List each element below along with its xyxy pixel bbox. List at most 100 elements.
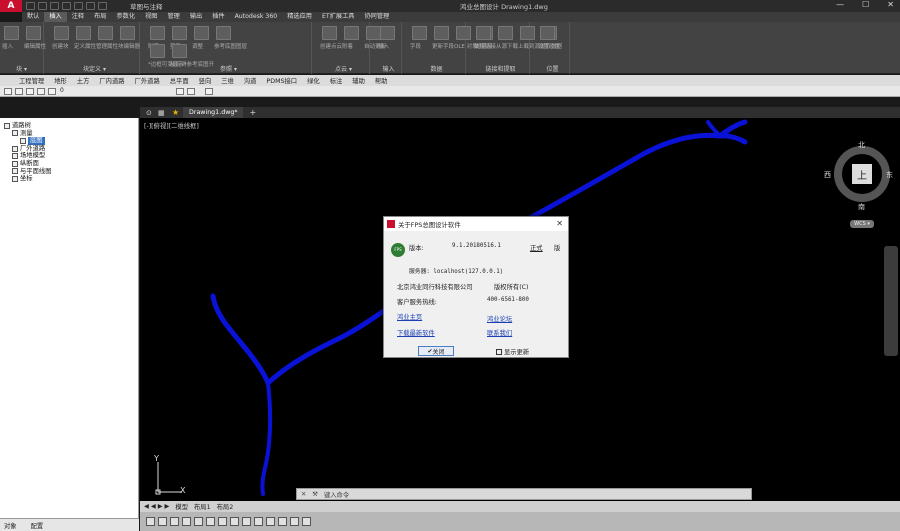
ribbon-tab[interactable]: 协同管理 (359, 12, 394, 22)
ribbon-button-icon[interactable] (4, 26, 19, 40)
color-icon[interactable] (48, 88, 56, 95)
ribbon-tab[interactable]: Autodesk 360 (230, 12, 283, 22)
tree-node[interactable]: 场地模型 (4, 152, 51, 160)
ribbon-button-icon[interactable] (498, 26, 513, 40)
menu-item[interactable]: 土方 (72, 76, 95, 85)
tree-node-label[interactable]: 纵断面 (20, 160, 39, 168)
undo-icon[interactable] (86, 2, 95, 10)
layout-tab[interactable]: 模型 (175, 502, 188, 511)
ribbon-button-icon[interactable] (98, 26, 113, 40)
current-layer-select[interactable]: 0 (60, 87, 64, 94)
status-toggle-icon[interactable] (302, 517, 311, 526)
layer-state-icon[interactable] (187, 88, 195, 95)
menu-item[interactable]: 标注 (325, 76, 348, 85)
ribbon-button-label[interactable]: 插入 (2, 42, 13, 50)
ribbon-tab[interactable]: 默认 (22, 12, 44, 22)
app-logo-button[interactable]: A (0, 0, 22, 12)
menu-item[interactable]: 厂外道路 (130, 76, 165, 85)
layout-tab[interactable]: 布局2 (217, 502, 234, 511)
viewcube-top[interactable]: 上 (852, 164, 872, 184)
close-cmd-icon[interactable]: ✕ (301, 491, 306, 498)
workspace-selector[interactable]: 草图与注释 (130, 1, 163, 11)
south-label[interactable]: 南 (858, 202, 865, 212)
menu-item[interactable]: 地形 (49, 76, 72, 85)
ribbon-button-icon[interactable] (26, 26, 41, 40)
status-toggle-icon[interactable] (158, 517, 167, 526)
status-toggle-icon[interactable] (242, 517, 251, 526)
new-file-icon[interactable] (26, 2, 35, 10)
ribbon-button-label[interactable]: 更新字段 (432, 42, 454, 50)
ribbon-button-label[interactable]: 数据链接 (474, 42, 496, 50)
ribbon-button-icon[interactable] (344, 26, 359, 40)
ribbon-button-label[interactable]: 从源下载 (496, 42, 518, 50)
viewcube[interactable]: 上 北 南 东 西 WCS ▾ (824, 138, 894, 238)
tree-node-label[interactable]: 道路树 (12, 122, 31, 130)
homepage-link[interactable]: 鸿业主页 (397, 312, 422, 321)
print-icon[interactable] (74, 2, 83, 10)
bulb-icon[interactable] (15, 88, 23, 95)
ribbon-button-icon[interactable] (456, 26, 471, 40)
status-toggle-icon[interactable] (206, 517, 215, 526)
ribbon-button-label[interactable]: 参考底图图层 (214, 42, 247, 50)
panel-tab[interactable]: 对象 (4, 521, 17, 530)
dialog-close-ok-button[interactable]: ✔ 关闭 (418, 346, 454, 356)
download-link[interactable]: 下载最新软件 (397, 328, 435, 337)
menu-item[interactable]: 辅助 (347, 76, 370, 85)
ribbon-button-icon[interactable] (520, 26, 535, 40)
wcs-menu[interactable]: WCS ▾ (850, 220, 874, 228)
menu-item[interactable]: 沟道 (239, 76, 262, 85)
ribbon-button-label[interactable]: 调整 (192, 42, 203, 50)
command-input[interactable]: 键入命令 (324, 490, 349, 499)
ribbon-group-label[interactable]: 位置 (536, 64, 569, 73)
ribbon-tab[interactable]: 精选应用 (282, 12, 317, 22)
north-label[interactable]: 北 (858, 140, 865, 150)
status-toggle-icon[interactable] (182, 517, 191, 526)
tree-node-label[interactable]: 底图 (28, 137, 45, 145)
tree-node-label[interactable]: 场地模型 (20, 152, 45, 160)
ribbon-button-icon[interactable] (150, 44, 165, 58)
ribbon-group-label[interactable]: 块 ▾ (0, 64, 43, 73)
ribbon-button-label[interactable]: 编辑属性 (24, 42, 46, 50)
ribbon-button-icon[interactable] (412, 26, 427, 40)
open-file-icon[interactable] (38, 2, 47, 10)
ribbon-tab[interactable]: ET扩展工具 (317, 12, 359, 22)
ribbon-button-label[interactable]: 附着 (342, 42, 353, 50)
ribbon-tab[interactable]: 插入 (44, 12, 67, 22)
navigation-bar[interactable] (884, 246, 898, 356)
ribbon-button-label[interactable]: 字段 (410, 42, 421, 50)
east-label[interactable]: 东 (886, 170, 893, 180)
maximize-button[interactable]: ☐ (862, 0, 869, 9)
panel-tab[interactable]: 配置 (31, 521, 44, 530)
sun-icon[interactable] (26, 88, 34, 95)
menu-item[interactable]: 帮助 (370, 76, 393, 85)
tree-node[interactable]: 底图 (4, 137, 51, 145)
ribbon-button-icon[interactable] (194, 26, 209, 40)
ribbon-button-icon[interactable] (76, 26, 91, 40)
close-button[interactable]: ✕ (887, 0, 894, 9)
ribbon-button-icon[interactable] (380, 26, 395, 40)
new-tab-button[interactable]: + (249, 108, 256, 117)
wrench-icon[interactable]: ⚒ (312, 491, 318, 498)
ribbon-button-label[interactable]: 块编辑器 (118, 42, 140, 50)
status-toggle-icon[interactable] (146, 517, 155, 526)
star-icon[interactable]: ★ (172, 108, 179, 117)
menu-item[interactable]: 竖向 (194, 76, 217, 85)
saveas-icon[interactable] (62, 2, 71, 10)
checkbox-icon[interactable] (496, 348, 502, 355)
ribbon-tab[interactable]: 参数化 (112, 12, 141, 22)
status-toggle-icon[interactable] (230, 517, 239, 526)
ribbon-button-icon[interactable] (476, 26, 491, 40)
west-label[interactable]: 西 (824, 170, 831, 180)
ribbon-button-label[interactable]: 捕捉到参考底图开 (170, 60, 214, 68)
ribbon-tab[interactable]: 输出 (185, 12, 207, 22)
command-line[interactable]: ✕ ⚒ 键入命令 (296, 488, 752, 500)
ribbon-group-label[interactable]: 点云 ▾ (318, 64, 369, 73)
ribbon-button-icon[interactable] (216, 26, 231, 40)
contact-link[interactable]: 联系我们 (487, 328, 512, 337)
save-icon[interactable] (50, 2, 59, 10)
ribbon-tab[interactable]: 注释 (67, 12, 89, 22)
ribbon-group-label[interactable]: 输入 (376, 64, 401, 73)
forum-link[interactable]: 鸿业论坛 (487, 314, 512, 323)
ribbon-button-icon[interactable] (434, 26, 449, 40)
minimize-button[interactable]: — (836, 0, 844, 9)
